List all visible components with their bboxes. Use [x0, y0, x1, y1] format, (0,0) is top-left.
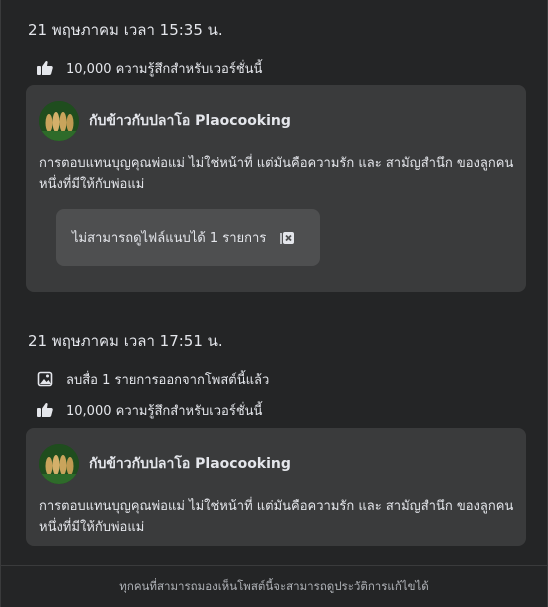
reaction-count-text: 10,000 ความรู้สึกสำหรับเวอร์ชั่นนี้: [66, 403, 263, 419]
post-header: กับข้าวกับปลาโอ Plaocooking: [39, 101, 291, 141]
revision-date: 21 พฤษภาคม เวลา 17:51 น.: [28, 332, 223, 350]
reaction-count-row: 10,000 ความรู้สึกสำหรับเวอร์ชั่นนี้: [36, 58, 262, 78]
unavailable-attachment-icon: [278, 229, 296, 247]
reaction-count-row: 10,000 ความรู้สึกสำหรับเวอร์ชั่นนี้: [36, 400, 262, 420]
thumbs-up-icon: [36, 401, 54, 419]
post-header: กับข้าวกับปลาโอ Plaocooking: [39, 444, 291, 484]
page-avatar[interactable]: [39, 101, 79, 141]
post-version-card: กับข้าวกับปลาโอ Plaocooking การตอบแทนบุญ…: [26, 428, 526, 546]
page-name[interactable]: กับข้าวกับปลาโอ Plaocooking: [89, 453, 291, 475]
attachment-unavailable-box: ไม่สามารถดูไฟล์แนบได้ 1 รายการ: [56, 209, 320, 266]
media-change-text: ลบสื่อ 1 รายการออกจากโพสต์นี้แล้ว: [66, 372, 270, 388]
edit-history-footer: ทุกคนที่สามารถมองเห็นโพสต์นี้จะสามารถดูป…: [1, 565, 547, 607]
page-avatar[interactable]: [39, 444, 79, 484]
reaction-count-text: 10,000 ความรู้สึกสำหรับเวอร์ชั่นนี้: [66, 61, 263, 77]
edit-history-panel: 21 พฤษภาคม เวลา 15:35 น. 10,000 ความรู้ส…: [0, 0, 548, 607]
attachment-unavailable-text: ไม่สามารถดูไฟล์แนบได้ 1 รายการ: [72, 231, 267, 246]
media-change-row: ลบสื่อ 1 รายการออกจากโพสต์นี้แล้ว: [36, 369, 269, 389]
revision-date: 21 พฤษภาคม เวลา 15:35 น.: [28, 21, 223, 39]
post-text: การตอบแทนบุญคุณพ่อแม่ ไม่ใช่หน้าที่ แต่ม…: [39, 156, 514, 192]
post-version-card: กับข้าวกับปลาโอ Plaocooking การตอบแทนบุญ…: [26, 85, 526, 292]
post-text: การตอบแทนบุญคุณพ่อแม่ ไม่ใช่หน้าที่ แต่ม…: [39, 499, 514, 535]
edit-history-list[interactable]: 21 พฤษภาคม เวลา 15:35 น. 10,000 ความรู้ส…: [1, 0, 547, 566]
page-name[interactable]: กับข้าวกับปลาโอ Plaocooking: [89, 110, 291, 132]
thumbs-up-icon: [36, 59, 54, 77]
photo-removed-icon: [36, 370, 54, 388]
